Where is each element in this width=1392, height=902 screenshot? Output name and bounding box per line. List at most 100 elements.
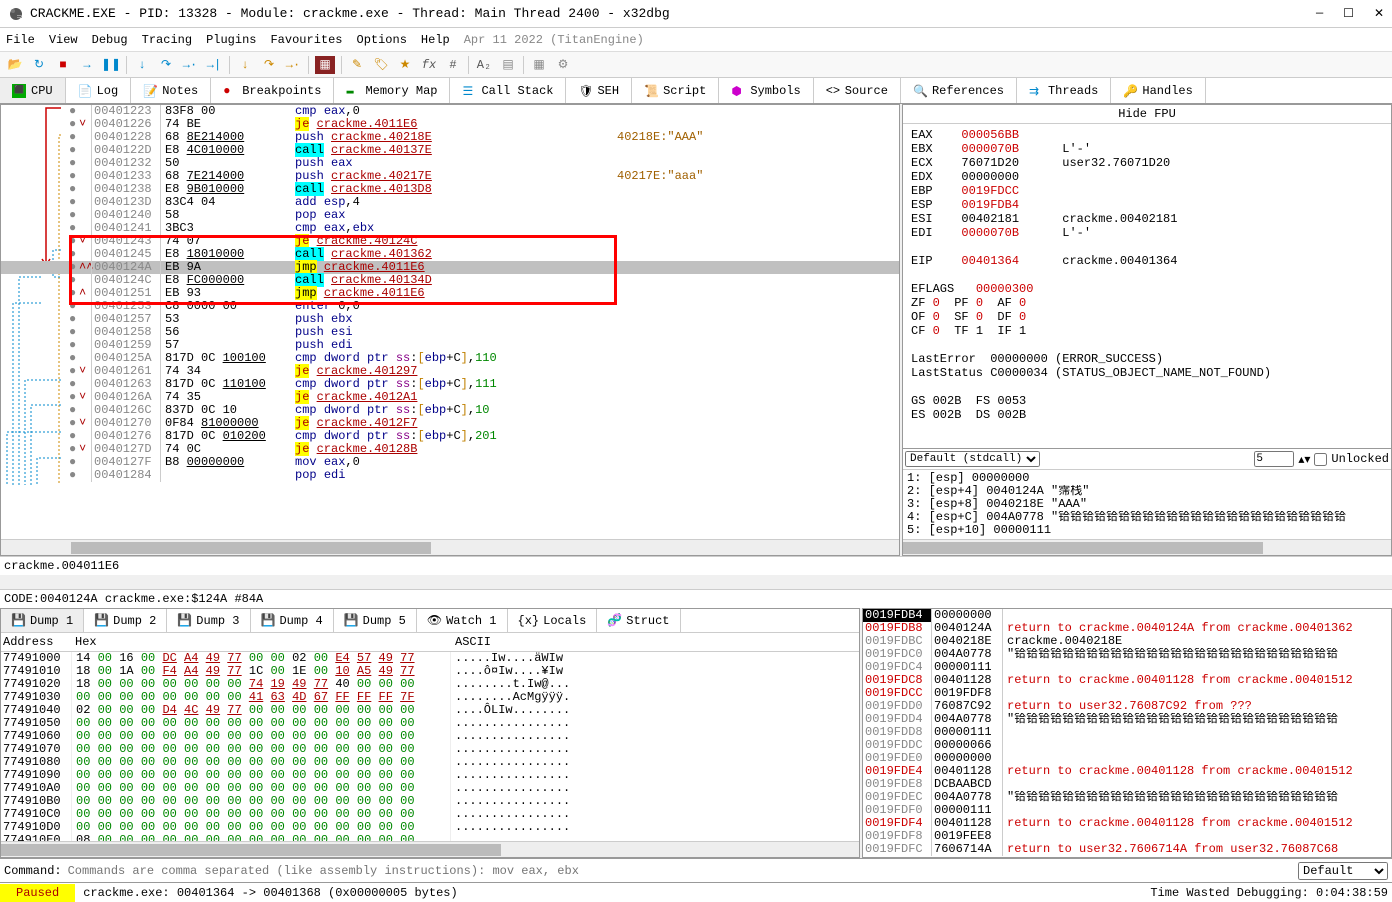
arg-line: 5: [esp+10] 00000111 [907, 524, 1387, 537]
menu-help[interactable]: Help [421, 33, 450, 47]
tab-cpu[interactable]: ⬛CPU [0, 78, 66, 103]
arg-line: 3: [esp+8] 0040218E "AAA" [907, 498, 1387, 511]
dump-tab-5[interactable]: 💾Dump 5 [334, 609, 417, 632]
menu-view[interactable]: View [49, 33, 78, 47]
close-button[interactable]: ✕ [1374, 6, 1384, 21]
tab-script-label: Script [663, 84, 706, 98]
trace-over-icon[interactable]: ↷ [260, 56, 278, 74]
tab-log[interactable]: 📄 Log [66, 78, 132, 103]
toolbar: 📂 ↻ ■ → ❚❚ ↓ ↷ →· →| ↓ ↷ →· ▦ ✎ 🏷 ★ fx #… [0, 52, 1392, 78]
registers-pane[interactable]: Hide FPU EAX 000056BBEBX 0000070B L'-'EC… [902, 104, 1392, 556]
step-over-icon[interactable]: ↷ [157, 56, 175, 74]
watch-icon: 👁 [427, 613, 442, 628]
tab-breakpoints-label: Breakpoints [242, 84, 321, 98]
tab-threads-label: Threads [1048, 84, 1098, 98]
app-icon [8, 6, 24, 22]
breakpoint-icon: ● [223, 84, 237, 98]
tab-symbols[interactable]: ⬢Symbols [719, 78, 813, 103]
label-icon[interactable]: 🏷 [372, 56, 390, 74]
command-input[interactable] [68, 864, 1292, 878]
dump-tab-2[interactable]: 💾Dump 2 [84, 609, 167, 632]
status-paused: Paused [0, 884, 75, 902]
watch-tab[interactable]: 👁Watch 1 [417, 609, 508, 632]
stack-row[interactable]: 0019FDFC7606714Areturn to user32.7606714… [863, 843, 1391, 856]
run-icon[interactable]: → [78, 56, 96, 74]
tab-seh[interactable]: 🛡SEH [566, 78, 632, 103]
run-to-icon[interactable]: →| [205, 56, 223, 74]
hash-icon[interactable]: # [444, 56, 462, 74]
stop-icon[interactable]: ■ [54, 56, 72, 74]
dump-tab-3[interactable]: 💾Dump 3 [167, 609, 250, 632]
step-into-icon[interactable]: ↓ [133, 56, 151, 74]
arg-count-input[interactable] [1254, 451, 1294, 467]
tab-handles[interactable]: 🔑Handles [1111, 78, 1205, 103]
layout-icon[interactable]: ▤ [499, 56, 517, 74]
disasm-scrollbar[interactable] [1, 539, 899, 555]
tab-threads[interactable]: ⇉Threads [1017, 78, 1111, 103]
calling-convention-select[interactable]: Default (stdcall) [905, 451, 1040, 467]
pause-icon[interactable]: ❚❚ [102, 56, 120, 74]
calculator-icon[interactable]: ▦ [530, 56, 548, 74]
command-mode-select[interactable]: Default [1298, 862, 1388, 880]
locals-tab[interactable]: {x}Locals [508, 609, 598, 632]
tab-seh-label: SEH [597, 84, 619, 98]
comment-icon[interactable]: ✎ [348, 56, 366, 74]
tab-source[interactable]: <>Source [814, 78, 901, 103]
script-icon: 📜 [644, 84, 658, 98]
menu-favourites[interactable]: Favourites [270, 33, 342, 47]
command-bar: Command: Default [0, 858, 1392, 882]
menu-debug[interactable]: Debug [92, 33, 128, 47]
dump-tab-1[interactable]: 💾Dump 1 [1, 609, 84, 632]
stack-pane[interactable]: 0019FDB4000000000019FDB80040124Areturn t… [862, 608, 1392, 858]
font-icon[interactable]: A₂ [475, 56, 493, 74]
trace-out-icon[interactable]: →· [284, 56, 302, 74]
disassembly-pane[interactable]: ●0040122383F8 00cmp eax,0●˅0040122674 BE… [0, 104, 900, 556]
menu-options[interactable]: Options [357, 33, 407, 47]
menu-tracing[interactable]: Tracing [142, 33, 192, 47]
hex-row[interactable]: 774910E008 00 00 00 00 00 00 00 00 00 00… [1, 834, 859, 841]
tab-log-label: Log [97, 84, 119, 98]
step-out-icon[interactable]: →· [181, 56, 199, 74]
tab-memorymap[interactable]: ▬ Memory Map [334, 78, 450, 103]
tab-breakpoints[interactable]: ● Breakpoints [211, 78, 334, 103]
tab-script[interactable]: 📜 Script [632, 78, 719, 103]
function-icon[interactable]: fx [420, 56, 438, 74]
restart-icon[interactable]: ↻ [30, 56, 48, 74]
tab-references[interactable]: 🔍References [901, 78, 1017, 103]
dump-pane[interactable]: 💾Dump 1 💾Dump 2 💾Dump 3 💾Dump 4 💾Dump 5 … [0, 608, 860, 858]
dump-icon: 💾 [261, 613, 276, 628]
tab-callstack[interactable]: ☰Call Stack [450, 78, 566, 103]
memory-icon: ▬ [346, 84, 360, 98]
tab-memorymap-label: Memory Map [365, 84, 437, 98]
dump-tab-4[interactable]: 💾Dump 4 [251, 609, 334, 632]
bookmark-icon[interactable]: ★ [396, 56, 414, 74]
command-label: Command: [4, 864, 62, 878]
struct-tab[interactable]: 🧬Struct [597, 609, 680, 632]
disasm-row[interactable]: ●00401284pop edi [1, 469, 899, 482]
dump-icon: 💾 [11, 613, 26, 628]
cpu-icon: ⬛ [12, 84, 26, 98]
dump-icon: 💾 [177, 613, 192, 628]
spinner-icon[interactable]: ▴▾ [1298, 452, 1310, 467]
menu-file[interactable]: File [6, 33, 35, 47]
hide-fpu-button[interactable]: Hide FPU [903, 105, 1391, 124]
menu-plugins[interactable]: Plugins [206, 33, 256, 47]
trace-into-icon[interactable]: ↓ [236, 56, 254, 74]
tab-notes[interactable]: 📝Notes [131, 78, 211, 103]
log-icon: 📄 [78, 84, 92, 98]
arg-line: 4: [esp+C] 004A0778 "铪铪铪铪铪铪铪铪铪铪铪铪铪铪铪铪铪铪铪… [907, 511, 1387, 524]
hex-header: Address Hex ASCII [1, 633, 859, 652]
maximize-button[interactable]: ☐ [1343, 6, 1354, 21]
settings-icon[interactable]: ⚙ [554, 56, 572, 74]
window-title: CRACKME.EXE - PID: 13328 - Module: crack… [30, 6, 1316, 21]
tab-notes-label: Notes [162, 84, 198, 98]
patches-icon[interactable]: ▦ [315, 56, 335, 74]
tab-handles-label: Handles [1142, 84, 1192, 98]
open-icon[interactable]: 📂 [6, 56, 24, 74]
main-tabs: ⬛CPU 📄 Log 📝Notes ● Breakpoints ▬ Memory Ma… [0, 78, 1392, 104]
args-scrollbar[interactable] [903, 539, 1391, 555]
minimize-button[interactable]: — [1316, 6, 1323, 21]
hex-scrollbar[interactable] [1, 841, 859, 857]
time-wasted: Time Wasted Debugging: 0:04:38:59 [1150, 886, 1392, 900]
unlocked-checkbox[interactable] [1314, 453, 1327, 466]
